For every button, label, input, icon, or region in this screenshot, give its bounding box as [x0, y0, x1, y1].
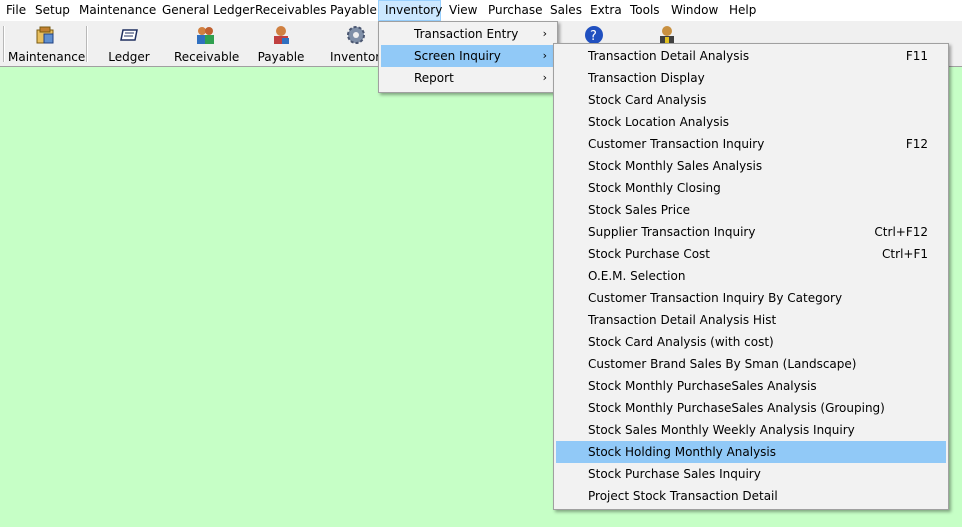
submenu-item-label: Stock Card Analysis (with cost) [588, 335, 774, 349]
submenu-item-label: Stock Sales Price [588, 203, 691, 217]
submenu-item-label: Stock Monthly Closing [588, 181, 721, 195]
submenu-item-shortcut: Ctrl+F12 [874, 225, 928, 239]
menu-help[interactable]: Help [723, 0, 762, 21]
menu-payable[interactable]: Payable [324, 0, 383, 21]
submenu-item-label: Transaction Detail Analysis [588, 49, 750, 63]
submenu-item-label: Transaction Detail Analysis Hist [588, 313, 777, 327]
menu-item-label: Transaction Entry [414, 27, 519, 41]
menu-bar: File Setup Maintenance General Ledger Re… [0, 0, 962, 22]
submenu-item[interactable]: Stock Monthly Sales Analysis [556, 155, 946, 177]
submenu-item[interactable]: O.E.M. Selection [556, 265, 946, 287]
submenu-item[interactable]: Transaction Detail Analysis Hist [556, 309, 946, 331]
submenu-item-label: Stock Purchase Sales Inquiry [588, 467, 761, 481]
menu-maintenance[interactable]: Maintenance [73, 0, 162, 21]
submenu-item[interactable]: Customer Transaction Inquiry By Category [556, 287, 946, 309]
submenu-item-label: Stock Purchase Cost [588, 247, 711, 261]
menu-purchase[interactable]: Purchase [482, 0, 549, 21]
submenu-arrow-icon: › [542, 71, 547, 84]
submenu-item[interactable]: Stock Monthly Closing [556, 177, 946, 199]
toolbar-maintenance-button[interactable]: Maintenance [8, 24, 86, 66]
submenu-item[interactable]: Stock Sales Monthly Weekly Analysis Inqu… [556, 419, 946, 441]
toolbar-payable-button[interactable]: Payable [256, 24, 306, 66]
toolbar-separator [86, 26, 88, 62]
menu-general-ledger[interactable]: General Ledger [156, 0, 261, 21]
submenu-item-label: Stock Monthly PurchaseSales Analysis (Gr… [588, 401, 885, 415]
ledger-icon [118, 24, 140, 46]
submenu-item-label: Stock Monthly Sales Analysis [588, 159, 763, 173]
submenu-item-label: Stock Card Analysis [588, 93, 707, 107]
toolbar-inventory-label: Inventory [330, 50, 382, 64]
toolbar-payable-label: Payable [257, 50, 305, 64]
receivable-icon [194, 24, 216, 46]
payable-icon [270, 24, 292, 46]
menu-view[interactable]: View [443, 0, 483, 21]
submenu-item[interactable]: Project Stock Transaction Detail [556, 485, 946, 507]
submenu-item-shortcut: Ctrl+F1 [882, 247, 928, 261]
submenu-item[interactable]: Customer Transaction Inquiry F12 [556, 133, 946, 155]
submenu-item[interactable]: Stock Holding Monthly Analysis [556, 441, 946, 463]
inventory-menu: Transaction Entry › Screen Inquiry › Rep… [378, 21, 558, 93]
submenu-item[interactable]: Stock Sales Price [556, 199, 946, 221]
toolbar-ledger-button[interactable]: Ledger [104, 24, 154, 66]
submenu-item-label: Customer Transaction Inquiry [588, 137, 765, 151]
submenu-item[interactable]: Stock Card Analysis [556, 89, 946, 111]
maintenance-icon [34, 24, 56, 46]
submenu-item[interactable]: Stock Location Analysis [556, 111, 946, 133]
submenu-arrow-icon: › [542, 49, 547, 62]
submenu-item-label: Customer Brand Sales By Sman (Landscape) [588, 357, 857, 371]
submenu-item-label: Supplier Transaction Inquiry [588, 225, 756, 239]
toolbar-separator [3, 26, 5, 62]
submenu-item[interactable]: Stock Monthly PurchaseSales Analysis [556, 375, 946, 397]
submenu-item[interactable]: Transaction Display [556, 67, 946, 89]
menu-receivables[interactable]: Receivables [249, 0, 333, 21]
menu-item-label: Report [414, 71, 454, 85]
inventory-gear-icon [345, 24, 367, 46]
menu-inventory[interactable]: Inventory [378, 0, 442, 21]
submenu-item[interactable]: Stock Monthly PurchaseSales Analysis (Gr… [556, 397, 946, 419]
submenu-item[interactable]: Stock Card Analysis (with cost) [556, 331, 946, 353]
toolbar-receivable-button[interactable]: Receivable [174, 24, 240, 66]
submenu-item-shortcut: F11 [905, 49, 928, 63]
toolbar-inventory-button[interactable]: Inventory [330, 24, 382, 66]
toolbar-maintenance-label: Maintenance [8, 50, 86, 64]
submenu-item-label: Stock Holding Monthly Analysis [588, 445, 777, 459]
menu-sales[interactable]: Sales [544, 0, 588, 21]
submenu-item-label: Transaction Display [588, 71, 705, 85]
submenu-item-label: Project Stock Transaction Detail [588, 489, 778, 503]
menu-item-report[interactable]: Report › [381, 67, 555, 89]
submenu-item[interactable]: Customer Brand Sales By Sman (Landscape) [556, 353, 946, 375]
submenu-arrow-icon: › [542, 27, 547, 40]
menu-item-label: Screen Inquiry [414, 49, 501, 63]
menu-item-screen-inquiry[interactable]: Screen Inquiry › [381, 45, 555, 67]
menu-tools[interactable]: Tools [624, 0, 666, 21]
submenu-item-label: O.E.M. Selection [588, 269, 686, 283]
submenu-item-label: Stock Monthly PurchaseSales Analysis [588, 379, 817, 393]
submenu-item[interactable]: Transaction Detail Analysis F11 [556, 45, 946, 67]
toolbar-ledger-label: Ledger [108, 50, 150, 64]
submenu-item[interactable]: Stock Purchase Cost Ctrl+F1 [556, 243, 946, 265]
menu-extra[interactable]: Extra [584, 0, 628, 21]
screen-inquiry-submenu: Transaction Detail Analysis F11 Transactio… [553, 43, 949, 510]
submenu-item[interactable]: Stock Purchase Sales Inquiry [556, 463, 946, 485]
menu-file[interactable]: File [0, 0, 32, 21]
menu-window[interactable]: Window [665, 0, 724, 21]
submenu-item-label: Customer Transaction Inquiry By Category [588, 291, 843, 305]
submenu-item-label: Stock Sales Monthly Weekly Analysis Inqu… [588, 423, 855, 437]
toolbar-receivable-label: Receivable [174, 50, 240, 64]
menu-item-transaction-entry[interactable]: Transaction Entry › [381, 23, 555, 45]
submenu-item-label: Stock Location Analysis [588, 115, 730, 129]
menu-setup[interactable]: Setup [29, 0, 76, 21]
submenu-item[interactable]: Supplier Transaction Inquiry Ctrl+F12 [556, 221, 946, 243]
submenu-item-shortcut: F12 [905, 137, 928, 151]
svg-text:?: ? [590, 29, 597, 44]
